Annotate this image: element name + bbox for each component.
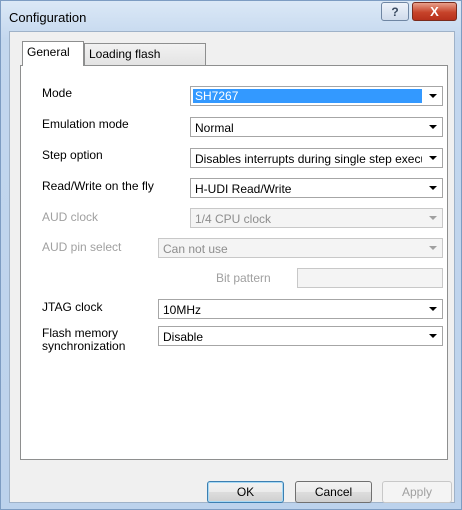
general-tab-panel: Mode SH7267 Emulation mode Normal Step o…	[20, 65, 448, 460]
jtag-clock-label: JTAG clock	[42, 300, 103, 314]
apply-button[interactable]: Apply	[382, 481, 452, 503]
aud-pin-select-select[interactable]: Can not use	[158, 238, 443, 258]
configuration-dialog: Configuration ? X General Loading flash …	[0, 0, 462, 510]
help-icon: ?	[391, 4, 399, 19]
tab-general[interactable]: General	[22, 41, 84, 66]
chevron-down-icon[interactable]	[424, 88, 441, 104]
chevron-down-icon[interactable]	[424, 301, 441, 317]
ok-button[interactable]: OK	[207, 481, 284, 503]
bit-pattern-input[interactable]	[297, 268, 443, 288]
step-option-label: Step option	[42, 148, 103, 162]
aud-clock-label: AUD clock	[42, 210, 99, 224]
jtag-clock-value: 10MHz	[163, 303, 202, 317]
chevron-down-icon[interactable]	[424, 119, 441, 135]
bit-pattern-label: Bit pattern	[216, 271, 271, 285]
aud-clock-select[interactable]: 1/4 CPU clock	[190, 208, 443, 228]
aud-pin-select-label: AUD pin select	[42, 240, 122, 254]
step-option-select[interactable]: Disables interrupts during single step e…	[190, 148, 443, 168]
title-bar[interactable]: Configuration ? X	[1, 1, 461, 31]
chevron-down-icon	[424, 240, 441, 256]
help-button[interactable]: ?	[381, 2, 409, 21]
tab-loading-flash-memory[interactable]: Loading flash memory	[84, 43, 206, 81]
jtag-clock-select[interactable]: 10MHz	[158, 299, 443, 319]
flash-memory-sync-select[interactable]: Disable	[158, 326, 443, 346]
chevron-down-icon[interactable]	[424, 150, 441, 166]
step-option-value: Disables interrupts during single step e…	[195, 152, 422, 166]
flash-memory-sync-label-line1: Flash memory	[42, 326, 119, 340]
mode-label: Mode	[42, 86, 73, 100]
chevron-down-icon[interactable]	[424, 180, 441, 196]
emulation-mode-label: Emulation mode	[42, 117, 129, 131]
mode-value: SH7267	[193, 89, 422, 103]
emulation-mode-select[interactable]: Normal	[190, 117, 443, 137]
chevron-down-icon	[424, 210, 441, 226]
read-write-on-the-fly-label: Read/Write on the fly	[42, 179, 154, 193]
mode-select[interactable]: SH7267	[190, 86, 443, 106]
emulation-mode-value: Normal	[195, 121, 234, 135]
aud-clock-value: 1/4 CPU clock	[195, 212, 272, 226]
close-button[interactable]: X	[412, 2, 457, 21]
window-title: Configuration	[9, 10, 87, 25]
dialog-client-area: General Loading flash memory Mode SH7267…	[9, 31, 455, 503]
flash-memory-sync-value: Disable	[163, 330, 204, 344]
chevron-down-icon[interactable]	[424, 328, 441, 344]
close-icon: X	[430, 4, 439, 19]
aud-pin-select-value: Can not use	[163, 242, 228, 256]
read-write-on-the-fly-value: H-UDI Read/Write	[195, 182, 292, 196]
flash-memory-sync-label-line2: synchronization	[42, 339, 126, 353]
cancel-button[interactable]: Cancel	[295, 481, 372, 503]
read-write-on-the-fly-select[interactable]: H-UDI Read/Write	[190, 178, 443, 198]
